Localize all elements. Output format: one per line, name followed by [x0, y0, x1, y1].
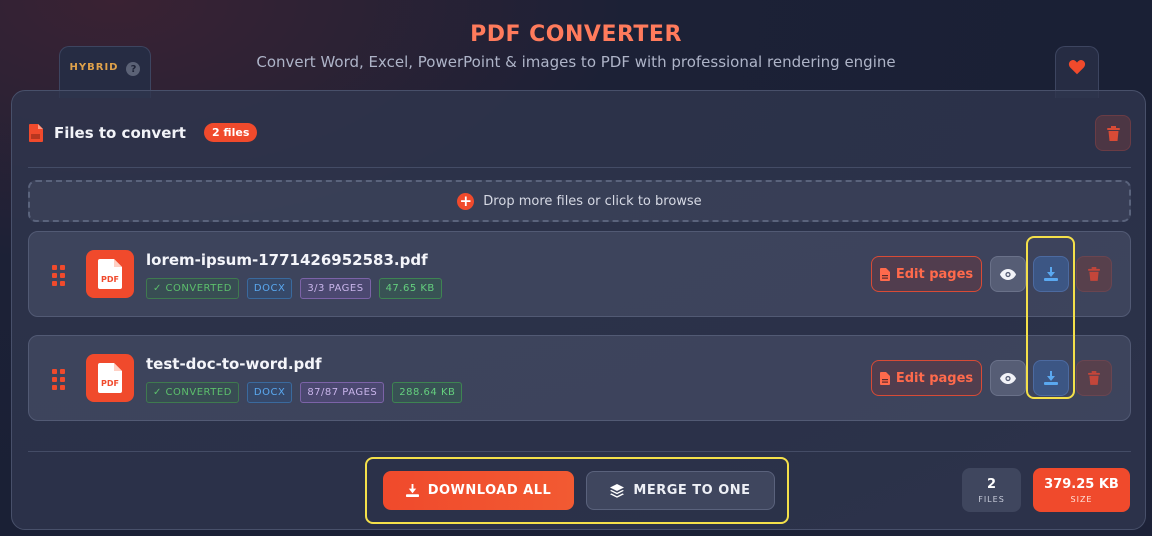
layers-icon	[610, 483, 625, 498]
file-row[interactable]: PDF lorem-ipsum-1771426952583.pdf ✓ CONV…	[28, 231, 1131, 317]
download-icon	[1044, 267, 1058, 281]
file-count-badge: 2 files	[203, 123, 258, 142]
download-button[interactable]	[1033, 360, 1069, 396]
size-badge: 47.65 KB	[378, 278, 442, 299]
format-badge: DOCX	[246, 278, 293, 299]
download-all-label: DOWNLOAD ALL	[427, 483, 552, 498]
pages-badge: 3/3 PAGES	[300, 278, 371, 299]
total-size-value: 379.25 KB	[1044, 476, 1119, 492]
clear-all-button[interactable]	[1095, 115, 1131, 151]
document-icon	[879, 267, 890, 281]
help-icon[interactable]: ?	[126, 62, 141, 76]
pdf-icon: PDF	[86, 354, 134, 402]
dropzone-text: Drop more files or click to browse	[483, 193, 702, 209]
panel-title: Files to convert	[54, 123, 186, 142]
app-title: PDF CONVERTER	[470, 22, 682, 47]
divider	[28, 451, 1131, 452]
preview-button[interactable]	[990, 360, 1026, 396]
app-subtitle: Convert Word, Excel, PowerPoint & images…	[256, 53, 896, 71]
trash-icon	[1088, 371, 1100, 385]
header: PDF CONVERTER Convert Word, Excel, Power…	[0, 22, 1152, 71]
file-tags: ✓ CONVERTED DOCX 3/3 PAGES 47.65 KB	[146, 278, 442, 299]
eye-icon	[1000, 268, 1016, 280]
drag-handle-icon[interactable]	[52, 369, 65, 390]
merge-to-one-button[interactable]: MERGE TO ONE	[586, 471, 775, 510]
trash-icon	[1088, 267, 1100, 281]
file-tags: ✓ CONVERTED DOCX 87/87 PAGES 288.64 KB	[146, 382, 463, 403]
eye-icon	[1000, 372, 1016, 384]
file-row[interactable]: PDF test-doc-to-word.pdf ✓ CONVERTED DOC…	[28, 335, 1131, 421]
mode-label: HYBRID	[69, 62, 119, 73]
file-name: test-doc-to-word.pdf	[146, 355, 322, 373]
dropzone[interactable]: + Drop more files or click to browse	[28, 180, 1131, 222]
total-size-stat: 379.25 KB SIZE	[1033, 468, 1130, 512]
document-icon	[879, 371, 890, 385]
download-icon	[405, 484, 419, 497]
pdf-icon: PDF	[86, 250, 134, 298]
edit-pages-label: Edit pages	[895, 370, 974, 386]
merge-label: MERGE TO ONE	[633, 483, 751, 498]
edit-pages-button[interactable]: Edit pages	[871, 360, 982, 396]
files-count-value: 2	[986, 476, 997, 492]
total-size-label: SIZE	[1070, 494, 1093, 504]
download-icon	[1044, 371, 1058, 385]
files-count-label: FILES	[978, 494, 1005, 504]
pages-badge: 87/87 PAGES	[300, 382, 385, 403]
edit-pages-button[interactable]: Edit pages	[871, 256, 982, 292]
preview-button[interactable]	[990, 256, 1026, 292]
heart-icon	[1068, 60, 1086, 75]
delete-file-button[interactable]	[1076, 256, 1112, 292]
svg-text:PDF: PDF	[101, 379, 119, 388]
files-count-stat: 2 FILES	[962, 468, 1021, 512]
pdf-file-icon	[29, 123, 43, 142]
status-badge: ✓ CONVERTED	[146, 382, 239, 403]
drag-handle-icon[interactable]	[52, 265, 65, 286]
size-badge: 288.64 KB	[392, 382, 463, 403]
files-panel: Files to convert 2 files + Drop more fil…	[11, 90, 1146, 530]
panel-header: Files to convert 2 files	[28, 123, 258, 142]
file-name: lorem-ipsum-1771426952583.pdf	[146, 251, 428, 269]
download-button[interactable]	[1033, 256, 1069, 292]
delete-file-button[interactable]	[1076, 360, 1112, 396]
edit-pages-label: Edit pages	[895, 266, 974, 282]
format-badge: DOCX	[246, 382, 293, 403]
divider	[28, 167, 1131, 168]
download-all-button[interactable]: DOWNLOAD ALL	[383, 471, 574, 510]
plus-icon: +	[457, 192, 475, 210]
svg-text:PDF: PDF	[101, 275, 119, 284]
status-badge: ✓ CONVERTED	[146, 278, 239, 299]
trash-icon	[1106, 125, 1120, 141]
